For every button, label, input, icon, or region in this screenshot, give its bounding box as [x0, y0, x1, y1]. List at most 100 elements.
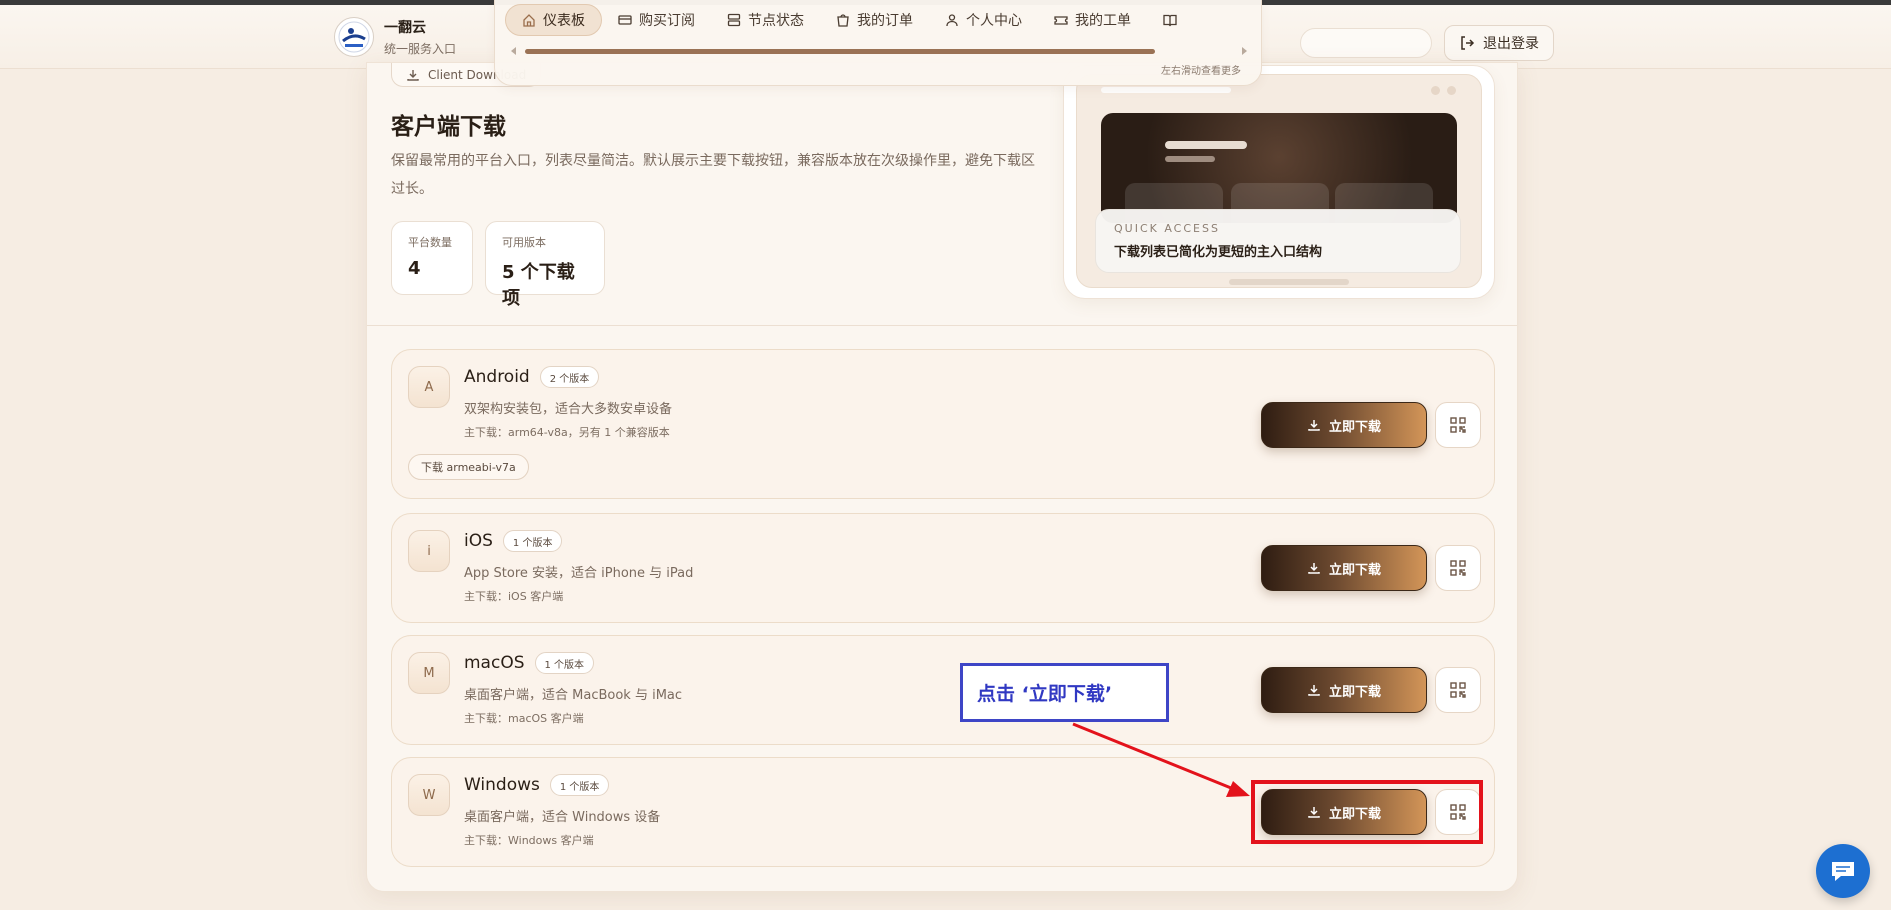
annotation-highlight-box	[1251, 780, 1483, 844]
stat-value: 5 个下载项	[502, 262, 575, 309]
brand-name: 一翻云	[384, 20, 426, 36]
download-button-android[interactable]: 立即下载	[1261, 402, 1427, 448]
brand-subtitle: 统一服务入口	[384, 42, 457, 56]
scroll-hint: 左右滑动查看更多	[1161, 66, 1241, 77]
version-badge: 2 个版本	[539, 366, 600, 388]
nav-item-docs[interactable]	[1147, 4, 1200, 36]
scroll-right-icon[interactable]	[1242, 47, 1247, 55]
nav-item-label: 节点状态	[748, 13, 804, 29]
download-icon	[1308, 420, 1320, 431]
stat-label: 可用版本	[502, 236, 546, 249]
platform-card-ios: i iOS 1 个版本 App Store 安装，适合 iPhone 与 iPa…	[391, 513, 1495, 623]
platform-description: 桌面客户端，适合 MacBook 与 iMac	[464, 688, 683, 703]
nav-scrollbar[interactable]	[511, 47, 1247, 55]
brand[interactable]: 一翻云 统一服务入口	[334, 17, 456, 57]
platform-description: 桌面客户端，适合 Windows 设备	[464, 810, 661, 825]
page-title: 客户端下载	[391, 114, 506, 140]
version-badge: 1 个版本	[534, 652, 595, 674]
server-icon	[727, 13, 741, 27]
platform-main-download: 主下载：macOS 客户端	[464, 712, 584, 725]
logout-icon	[1461, 36, 1475, 50]
user-icon	[946, 14, 958, 27]
divider	[367, 325, 1517, 326]
platform-main-download: 主下载：arm64-v8a，另有 1 个兼容版本	[464, 426, 670, 439]
book-icon	[1163, 14, 1177, 27]
platform-name: iOS	[464, 531, 493, 551]
qr-code-icon	[1450, 682, 1466, 698]
platform-description: 双架构安装包，适合大多数安卓设备	[464, 402, 673, 417]
qr-code-button-macos[interactable]	[1435, 667, 1481, 713]
platform-description: App Store 安装，适合 iPhone 与 iPad	[464, 566, 694, 581]
preview-dot	[1447, 86, 1456, 95]
quick-access-card: QUICK ACCESS 下载列表已简化为更短的主入口结构	[1095, 209, 1461, 273]
qr-code-button-ios[interactable]	[1435, 545, 1481, 591]
qr-code-icon	[1450, 417, 1466, 433]
platform-avatar: W	[408, 774, 450, 816]
nav-item-label: 购买订阅	[639, 13, 695, 29]
version-badge: 1 个版本	[549, 774, 610, 796]
nav-scrollbar-thumb[interactable]	[525, 49, 1155, 54]
platform-avatar: i	[408, 530, 450, 572]
nav-item-my-orders[interactable]: 我的订单	[820, 4, 929, 36]
preview-bar	[1101, 87, 1231, 93]
stat-platform-count: 平台数量 4	[391, 221, 473, 295]
preview-handle	[1229, 279, 1349, 285]
nav-item-dashboard[interactable]: 仪表板	[505, 4, 602, 36]
qr-code-icon	[1450, 560, 1466, 576]
download-button-label: 立即下载	[1328, 562, 1381, 578]
download-icon	[1308, 685, 1320, 696]
chat-button[interactable]	[1816, 844, 1870, 898]
annotation-text: 点击 ‘立即下载’	[977, 683, 1113, 705]
bag-icon	[837, 14, 849, 27]
download-button-label: 立即下载	[1328, 684, 1381, 700]
download-button-label: 立即下载	[1328, 419, 1381, 435]
preview-device: QUICK ACCESS 下载列表已简化为更短的主入口结构	[1076, 74, 1482, 288]
platform-name: Windows	[464, 775, 540, 795]
preview-screen-line	[1165, 141, 1247, 149]
platform-name: macOS	[464, 653, 525, 673]
download-icon	[407, 69, 419, 81]
platform-main-download: 主下载：iOS 客户端	[464, 590, 564, 603]
platform-name: Android	[464, 367, 530, 387]
brand-logo	[334, 17, 374, 57]
nav-item-label: 仪表板	[543, 13, 585, 29]
card-icon	[618, 15, 632, 25]
ticket-icon	[1054, 16, 1068, 25]
platform-main-download: 主下载：Windows 客户端	[464, 834, 594, 847]
nav-item-buy-subscription[interactable]: 购买订阅	[602, 4, 711, 36]
platform-card-android: A Android 2 个版本 双架构安装包，适合大多数安卓设备 主下载：arm…	[391, 349, 1495, 499]
preview-screen	[1101, 113, 1457, 223]
chat-icon	[1832, 862, 1854, 881]
platform-avatar: A	[408, 366, 450, 408]
nav-item-my-tickets[interactable]: 我的工单	[1038, 4, 1147, 36]
quick-access-text: 下载列表已简化为更短的主入口结构	[1114, 245, 1323, 260]
download-icon	[1308, 563, 1320, 574]
platform-card-macos: M macOS 1 个版本 桌面客户端，适合 MacBook 与 iMac 主下…	[391, 635, 1495, 745]
logout-label: 退出登录	[1483, 36, 1539, 52]
stat-label: 平台数量	[408, 236, 452, 249]
nav-item-label: 个人中心	[966, 13, 1022, 29]
nav-item-label: 我的工单	[1075, 13, 1131, 29]
nav-item-label: 我的订单	[857, 13, 913, 29]
stat-value: 4	[408, 258, 421, 279]
quick-access-label: QUICK ACCESS	[1114, 222, 1220, 235]
search-pill[interactable]	[1300, 28, 1432, 58]
page-description: 保留最常用的平台入口，列表尽量简洁。默认展示主要下载按钮，兼容版本放在次级操作里…	[391, 153, 1035, 197]
preview-dot	[1431, 86, 1440, 95]
top-nav: 仪表板 购买订阅 节点状态 我的订单 个人中心 我的工单 左右滑动查看更多	[494, 0, 1262, 86]
home-icon	[523, 14, 535, 27]
preview-screen-line	[1165, 156, 1215, 162]
nav-item-node-status[interactable]: 节点状态	[711, 4, 820, 36]
annotation-callout: 点击 ‘立即下载’	[960, 663, 1169, 722]
preview-card: QUICK ACCESS 下载列表已简化为更短的主入口结构	[1063, 65, 1495, 299]
qr-code-button-android[interactable]	[1435, 402, 1481, 448]
stat-version-count: 可用版本 5 个下载项	[485, 221, 605, 309]
nav-item-profile[interactable]: 个人中心	[929, 4, 1038, 36]
download-button-ios[interactable]: 立即下载	[1261, 545, 1427, 591]
version-badge: 1 个版本	[502, 530, 563, 552]
alt-download-link[interactable]: 下载 armeabi-v7a	[408, 454, 529, 480]
download-card: Client Download 客户端下载 保留最常用的平台入口，列表尽量简洁。…	[366, 62, 1518, 892]
scroll-left-icon[interactable]	[511, 47, 516, 55]
logout-button[interactable]: 退出登录	[1444, 25, 1554, 61]
download-button-macos[interactable]: 立即下载	[1261, 667, 1427, 713]
